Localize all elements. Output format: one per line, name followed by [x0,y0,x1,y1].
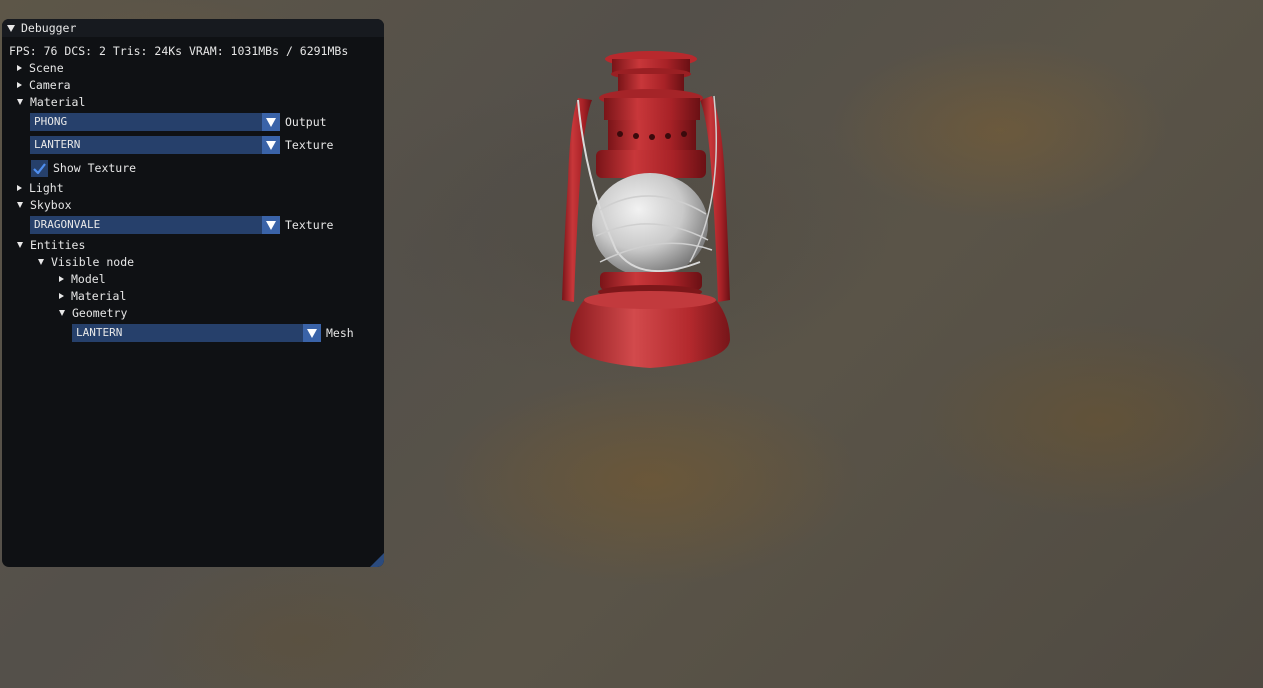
tree-node-label: Camera [29,78,71,92]
tree-node-model[interactable]: Model [59,271,106,288]
tree-node-label: Light [29,181,64,195]
combo-label: Texture [285,218,334,232]
show-texture-checkbox[interactable] [31,160,48,177]
checkmark-icon [33,163,46,174]
geometry-mesh-select[interactable]: LANTERN [72,324,303,342]
triangle-right-icon [17,65,22,71]
skybox-texture-combo[interactable]: DRAGONVALE Texture [30,216,333,234]
tree-node-skybox[interactable]: Skybox [17,197,72,214]
tree-node-label: Visible node [51,255,135,269]
skybox-texture-select[interactable]: DRAGONVALE [30,216,262,234]
triangle-right-icon [17,82,22,88]
triangle-down-icon [38,259,44,265]
tree-node-label: Geometry [72,306,128,320]
tree-node-light[interactable]: Light [17,180,64,197]
geometry-mesh-combo[interactable]: LANTERN Mesh [72,324,354,342]
resize-grip-icon[interactable] [370,553,384,567]
tree-node-label: Entities [30,238,86,252]
triangle-down-icon [17,202,23,208]
triangle-right-icon [17,185,22,191]
tree-node-visible-node[interactable]: Visible node [38,254,134,271]
triangle-right-icon [59,293,64,299]
window-title-bar[interactable]: Debugger [2,19,384,37]
dropdown-arrow-icon[interactable] [303,324,321,342]
material-texture-select[interactable]: LANTERN [30,136,262,154]
collapse-window-icon[interactable] [7,25,15,32]
tree-node-label: Scene [29,61,64,75]
tree-node-entities[interactable]: Entities [17,237,85,254]
tree-node-material[interactable]: Material [17,94,85,111]
window-title: Debugger [21,21,77,35]
tree-node-scene[interactable]: Scene [17,60,64,77]
combo-label: Texture [285,138,334,152]
tree-node-label: Skybox [30,198,72,212]
show-texture-label: Show Texture [53,161,137,175]
material-output-select[interactable]: PHONG [30,113,262,131]
dropdown-arrow-icon[interactable] [262,113,280,131]
triangle-right-icon [59,276,64,282]
debugger-window[interactable]: Debugger FPS: 76 DCS: 2 Tris: 24Ks VRAM:… [2,19,384,567]
material-output-combo[interactable]: PHONG Output [30,113,327,131]
material-texture-combo[interactable]: LANTERN Texture [30,136,333,154]
triangle-down-icon [59,310,65,316]
tree-node-label: Model [71,272,106,286]
tree-node-label: Material [71,289,127,303]
combo-label: Mesh [326,326,354,340]
dropdown-arrow-icon[interactable] [262,216,280,234]
triangle-down-icon [17,242,23,248]
tree-node-camera[interactable]: Camera [17,77,71,94]
dropdown-arrow-icon[interactable] [262,136,280,154]
tree-node-geometry[interactable]: Geometry [59,305,127,322]
tree-node-label: Material [30,95,86,109]
triangle-down-icon [17,99,23,105]
combo-label: Output [285,115,327,129]
tree-node-entity-material[interactable]: Material [59,288,126,305]
stats-readout: FPS: 76 DCS: 2 Tris: 24Ks VRAM: 1031MBs … [9,44,349,58]
